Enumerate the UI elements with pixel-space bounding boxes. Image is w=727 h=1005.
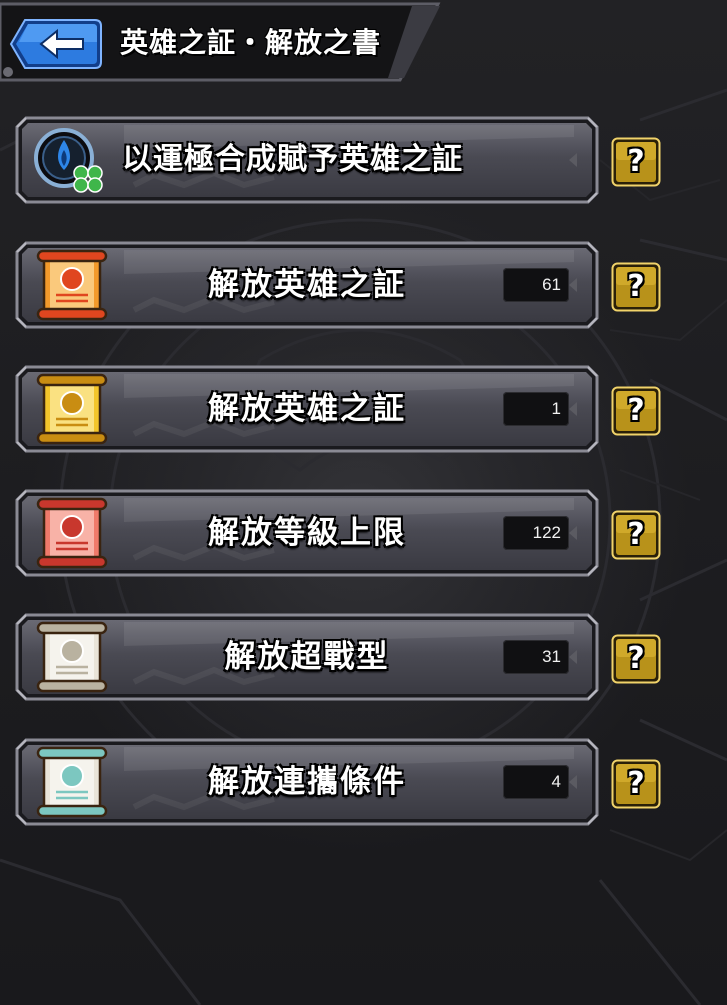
help-label: ?	[627, 517, 645, 552]
count-value: 4	[551, 772, 561, 791]
count-box: 4	[503, 765, 569, 799]
page-title: 英雄之証・解放之書	[120, 26, 382, 59]
chevron-left-icon	[569, 526, 577, 540]
hero-scroll-orange-icon	[30, 249, 116, 321]
count-box: 61	[503, 268, 569, 302]
row-label: 以運極合成賦予英雄之証	[122, 142, 463, 177]
help-button-3[interactable]: ?	[611, 386, 661, 436]
help-label: ?	[627, 144, 645, 179]
help-button-5[interactable]: ?	[611, 634, 661, 684]
menu-row-4[interactable]: 解放等級上限 122	[14, 488, 600, 578]
chevron-left-icon	[569, 775, 577, 789]
count-box: 31	[503, 640, 569, 674]
count-box: 1	[503, 392, 569, 426]
count-box: 122	[503, 516, 569, 550]
menu-row-3[interactable]: 解放英雄之証 1	[14, 364, 600, 454]
row-label: 解放等級上限	[208, 515, 406, 551]
help-label: ?	[627, 269, 645, 304]
luck-flame-clover-icon	[30, 124, 116, 196]
help-button-1[interactable]: ?	[611, 137, 661, 187]
row-label: 解放超戰型	[224, 639, 390, 675]
super-battle-scroll-white-icon	[30, 621, 116, 693]
count-value: 61	[542, 275, 561, 294]
chevron-left-icon	[569, 650, 577, 664]
help-label: ?	[627, 393, 645, 428]
header-bar: 英雄之証・解放之書	[0, 0, 445, 88]
menu-row-1[interactable]: 以運極合成賦予英雄之証	[14, 115, 600, 205]
help-label: ?	[627, 766, 645, 801]
menu-row-5[interactable]: 解放超戰型 31	[14, 612, 600, 702]
chevron-left-icon	[569, 402, 577, 416]
help-button-4[interactable]: ?	[611, 510, 661, 560]
count-value: 122	[532, 523, 561, 542]
chevron-left-icon	[569, 153, 577, 167]
level-limit-scroll-red-icon	[30, 497, 116, 569]
menu-row-2[interactable]: 解放英雄之証 61	[14, 240, 600, 330]
row-label: 解放英雄之証	[208, 391, 406, 427]
count-value: 1	[551, 399, 561, 418]
count-value: 31	[542, 647, 561, 666]
back-arrow-icon	[9, 19, 102, 69]
help-button-6[interactable]: ?	[611, 759, 661, 809]
row-label: 解放英雄之証	[208, 267, 406, 303]
row-label: 解放連攜條件	[208, 764, 406, 800]
help-button-2[interactable]: ?	[611, 262, 661, 312]
link-condition-scroll-teal-icon	[30, 746, 116, 818]
menu-row-6[interactable]: 解放連攜條件 4	[14, 737, 600, 827]
hero-scroll-gold-icon	[30, 373, 116, 445]
chevron-left-icon	[569, 278, 577, 292]
back-button[interactable]	[9, 18, 103, 70]
help-label: ?	[627, 641, 645, 676]
